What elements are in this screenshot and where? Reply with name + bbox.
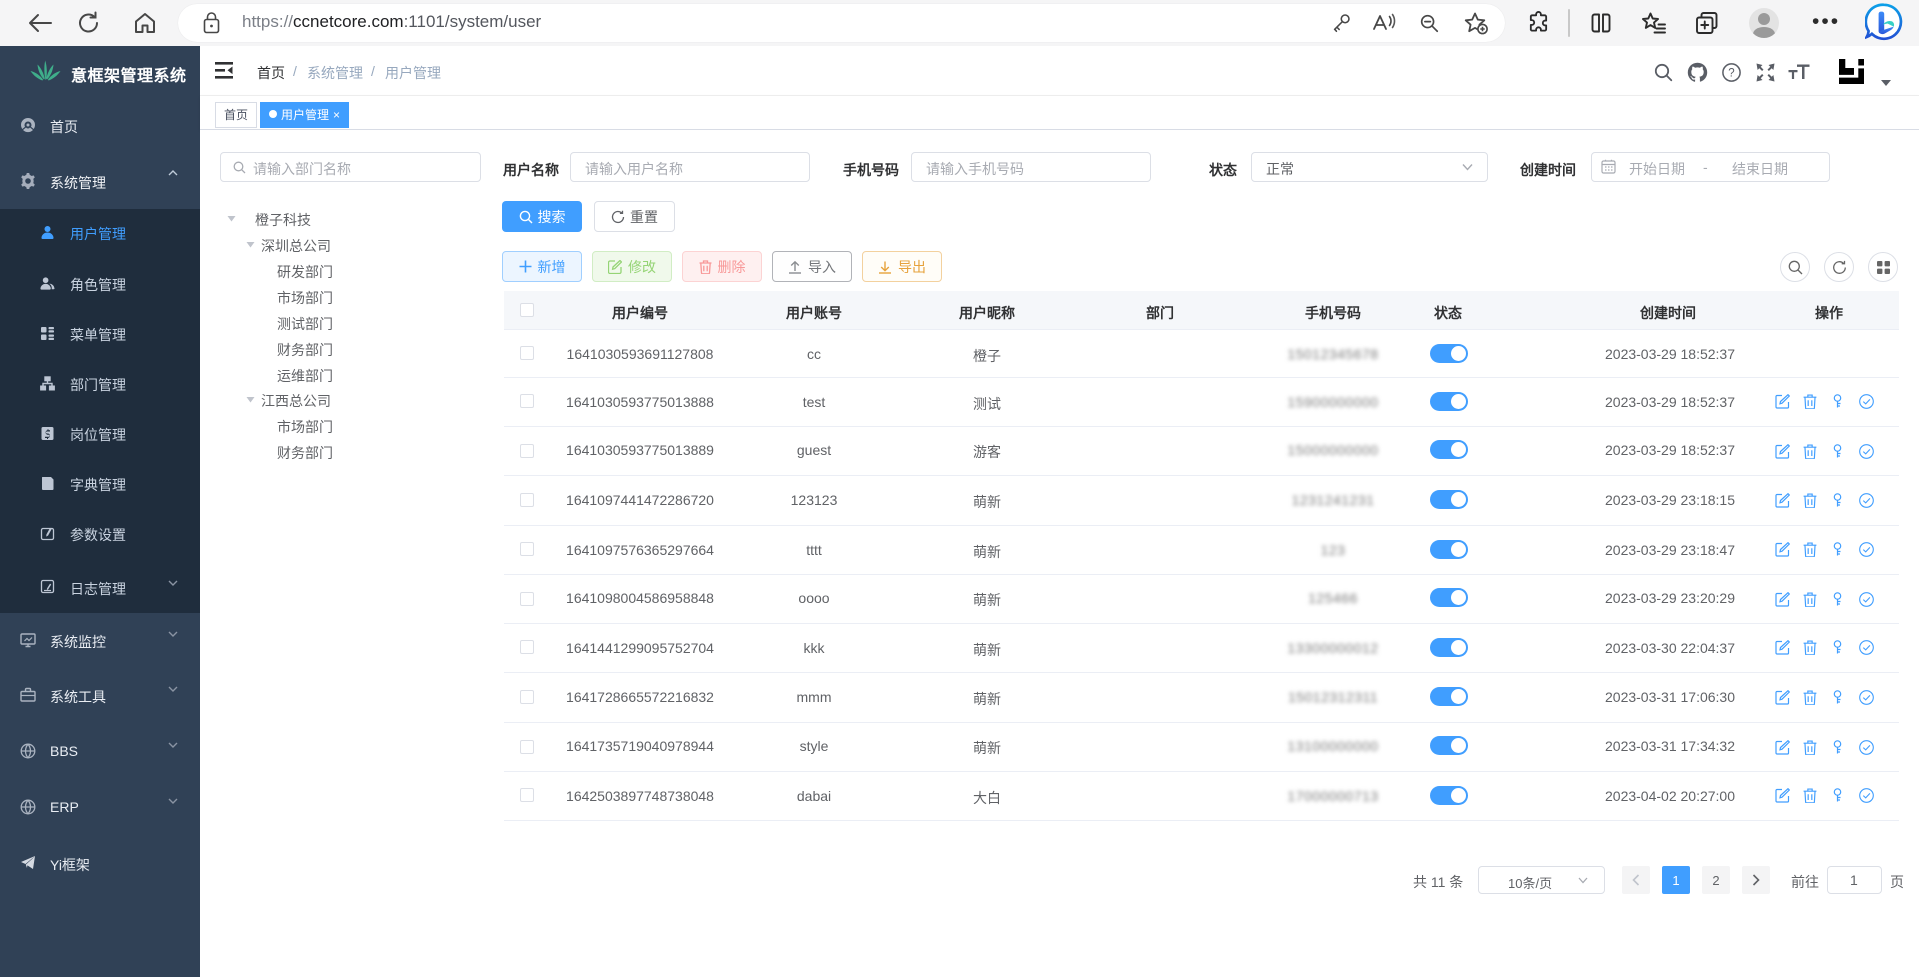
svg-text:?: ? [1728,68,1734,80]
